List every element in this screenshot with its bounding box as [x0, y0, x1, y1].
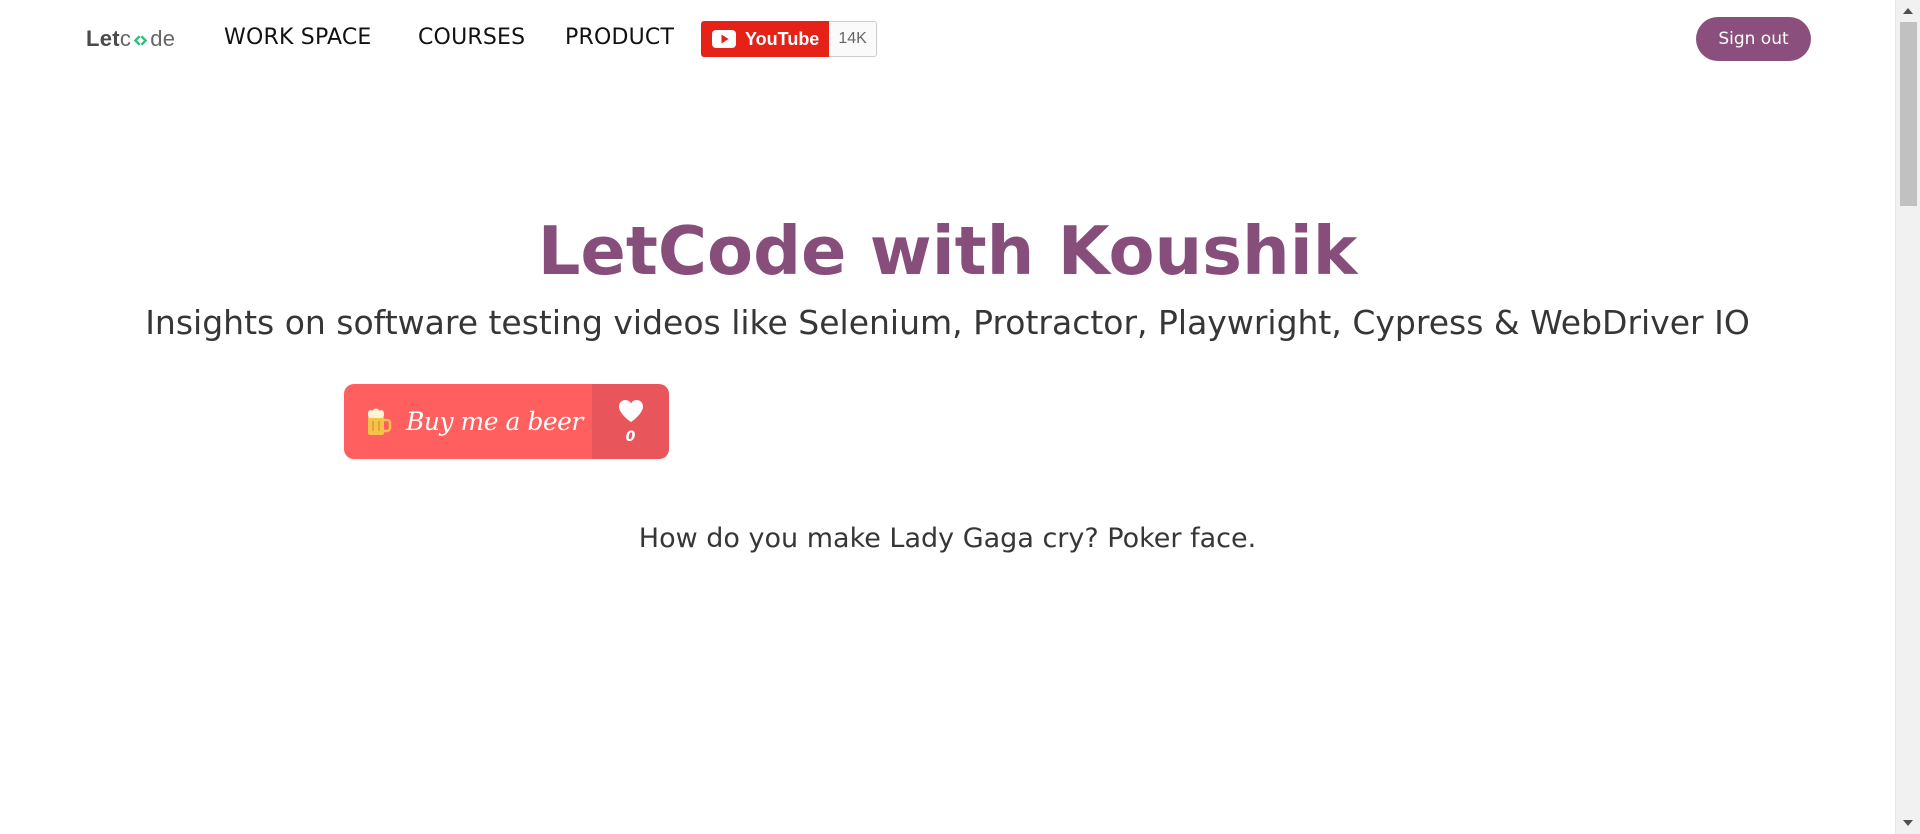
hero-subtitle: Insights on software testing videos like… [145, 303, 1750, 342]
buy-me-a-beer-button[interactable]: Buy me a beer 0 [344, 384, 669, 459]
youtube-subscribe-button[interactable]: YouTube [701, 21, 830, 57]
brand-prefix: Let [86, 26, 120, 51]
nav-item-courses[interactable]: COURSES [418, 25, 525, 50]
brand-c: c [119, 26, 132, 51]
hero-title: LetCode with Koushik [537, 212, 1358, 290]
nav-item-workspace[interactable]: WORK SPACE [224, 25, 372, 50]
scrollbar-thumb[interactable] [1900, 22, 1917, 206]
buy-me-a-beer-like[interactable]: 0 [592, 384, 669, 459]
brand-suffix: de [150, 26, 176, 51]
buy-me-a-beer-main[interactable]: Buy me a beer [344, 384, 592, 459]
nav-item-product[interactable]: PRODUCT [565, 25, 674, 50]
scroll-down-arrow-icon[interactable] [1903, 820, 1913, 826]
code-brackets-icon [133, 34, 148, 46]
youtube-subscribe-widget: YouTube 14K [701, 21, 877, 57]
top-navbar: Let c de WORK SPACE COURSES PRODUCT YouT… [0, 0, 1895, 78]
buy-me-a-beer-label: Buy me a beer [406, 407, 583, 436]
scroll-up-arrow-icon[interactable] [1903, 8, 1913, 14]
youtube-subscriber-count: 14K [829, 21, 877, 57]
youtube-label: YouTube [745, 28, 820, 49]
sign-out-button[interactable]: Sign out [1696, 17, 1811, 61]
brand-logo[interactable]: Let c de [86, 26, 175, 52]
page-scrollbar[interactable] [1895, 0, 1920, 834]
joke-text: How do you make Lady Gaga cry? Poker fac… [638, 523, 1257, 554]
heart-icon [618, 399, 643, 422]
buy-me-a-beer-count: 0 [625, 428, 636, 445]
youtube-play-icon [712, 30, 736, 48]
beer-mug-icon [368, 408, 392, 435]
